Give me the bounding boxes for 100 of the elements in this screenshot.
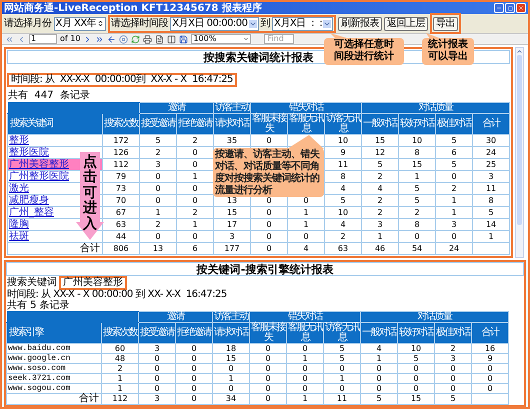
table-cell: 1 bbox=[360, 354, 398, 364]
table-cell: 5 bbox=[398, 354, 435, 364]
first-page-icon[interactable] bbox=[5, 34, 14, 44]
table-cell: 0 bbox=[138, 364, 176, 374]
period-to-field[interactable]: X月X日 : : bbox=[272, 16, 334, 30]
table-cell: 5 bbox=[398, 194, 436, 206]
table-cell: 5 bbox=[436, 158, 473, 170]
table-cell: 0 bbox=[472, 364, 509, 374]
dropdown-icon[interactable] bbox=[248, 20, 257, 28]
record-count: 共有 5 条记录 bbox=[7, 300, 70, 310]
last-page-icon[interactable] bbox=[95, 34, 104, 44]
keyword-link[interactable]: 整形 bbox=[9, 134, 29, 146]
dropdown-icon[interactable] bbox=[323, 20, 332, 28]
table-cell: 35 bbox=[214, 134, 250, 146]
table-cell: 0 bbox=[434, 374, 472, 384]
toolbar-button[interactable]: 返回上层 bbox=[384, 17, 428, 31]
refresh-icon[interactable] bbox=[131, 34, 140, 44]
zoom-select[interactable]: 100% bbox=[191, 34, 252, 44]
table-cell: 44 bbox=[102, 230, 140, 242]
table-cell: 2 bbox=[362, 206, 399, 218]
table-cell: 0 bbox=[176, 364, 212, 374]
table-cell: 1 bbox=[436, 206, 473, 218]
table-cell: 25 bbox=[472, 158, 510, 170]
column-group-header: 邀请 bbox=[138, 312, 212, 322]
table-cell: 0 bbox=[250, 384, 286, 394]
dropdown-icon[interactable] bbox=[243, 36, 250, 42]
table-cell: 10 bbox=[324, 206, 362, 218]
keyword-value: 广州美容整形 bbox=[59, 276, 127, 290]
table-cell: 1 bbox=[286, 354, 324, 364]
table-cell: 0 bbox=[176, 230, 214, 242]
save-icon[interactable] bbox=[179, 34, 188, 44]
table-cell: 6 bbox=[176, 242, 214, 254]
table-cell: 1 bbox=[362, 230, 399, 242]
period-label: 请选择时间段 bbox=[111, 18, 168, 28]
table-cell: 112 bbox=[102, 394, 138, 404]
table-cell: 14 bbox=[472, 218, 510, 230]
column-header: 拒绝邀请 bbox=[176, 114, 214, 134]
table-cell: 5 bbox=[436, 134, 473, 146]
table-cell: 8 bbox=[472, 194, 510, 206]
maximize-button[interactable] bbox=[505, 3, 515, 13]
table-cell: 1 bbox=[212, 374, 250, 384]
table-cell: 1 bbox=[140, 206, 176, 218]
total-label: 合计 bbox=[79, 393, 99, 404]
table-cell: seek.3721.com bbox=[6, 374, 102, 384]
table-cell: 0 bbox=[250, 374, 286, 384]
table-cell: 17 bbox=[214, 218, 250, 230]
column-header: 搜索次数 bbox=[102, 114, 140, 134]
month-label: 请选择月份 bbox=[4, 18, 52, 28]
column-header: 客服无讯息 bbox=[288, 114, 324, 134]
scrollbar[interactable] bbox=[515, 47, 524, 258]
table-cell: 0 bbox=[138, 384, 176, 394]
column-header: 一般对话 bbox=[360, 322, 398, 344]
table-cell: 0 bbox=[140, 170, 176, 182]
total-label: 合计 bbox=[80, 242, 100, 254]
table-cell: 63 bbox=[102, 218, 140, 230]
scroll-up-icon[interactable] bbox=[516, 48, 524, 55]
keyword-link[interactable]: 祛斑 bbox=[9, 230, 29, 242]
column-header: 访客无讯息 bbox=[324, 114, 362, 134]
page-layout-icon[interactable] bbox=[155, 34, 164, 44]
table-cell: 9 bbox=[472, 354, 509, 364]
table-cell: 112 bbox=[102, 158, 140, 170]
toolbar-button[interactable]: 导出 bbox=[433, 17, 458, 31]
table-cell: 8 bbox=[398, 218, 436, 230]
period-from-field[interactable]: X月X日 00:00:00 bbox=[170, 16, 259, 30]
table-cell: 1 bbox=[102, 384, 138, 394]
time-range: 时间段: 从 XX-X-X 00:00:00到 XX-X - X 16:47:25 bbox=[7, 73, 237, 87]
report-title: 按搜索关键词统计报表 bbox=[204, 52, 314, 62]
page-field[interactable]: 1 bbox=[29, 34, 57, 44]
column-header: 较好对话 bbox=[398, 114, 436, 134]
table-cell: 2 bbox=[140, 146, 176, 158]
table-cell: 0 bbox=[250, 218, 288, 230]
toolbar-button[interactable]: 刷新报表 bbox=[338, 17, 382, 31]
table-cell: 177 bbox=[214, 242, 250, 254]
table-cell: www.soso.com bbox=[6, 364, 102, 374]
keyword-link[interactable]: 隆胸 bbox=[9, 218, 29, 230]
table-cell: 79 bbox=[102, 170, 140, 182]
previous-page-icon[interactable] bbox=[17, 34, 26, 44]
stop-icon[interactable] bbox=[119, 34, 128, 44]
table-cell: 4 bbox=[324, 218, 362, 230]
table-cell: 18 bbox=[212, 344, 250, 354]
column-header: 合计 bbox=[472, 114, 510, 134]
table-cell: 5 bbox=[324, 354, 361, 364]
table-cell: 4 bbox=[360, 344, 398, 354]
page-count: of 10 bbox=[60, 35, 80, 43]
table-cell: 0 bbox=[176, 374, 212, 384]
table-cell: 0 bbox=[324, 384, 361, 394]
month-field[interactable]: X月 XX年 bbox=[54, 16, 106, 30]
column-header: 请求对话 bbox=[212, 322, 250, 344]
minimize-button[interactable] bbox=[494, 3, 504, 13]
table-cell: 10 bbox=[398, 134, 436, 146]
table-cell: 0 bbox=[176, 394, 212, 404]
print-icon[interactable] bbox=[143, 34, 152, 44]
column-header: 极佳对话 bbox=[434, 322, 472, 344]
close-button[interactable] bbox=[516, 3, 526, 13]
keyword-link[interactable]: 激光 bbox=[9, 182, 29, 194]
column-header: 搜索次数 bbox=[102, 322, 138, 344]
table-cell: 13 bbox=[140, 242, 176, 254]
page-setup-icon[interactable] bbox=[167, 34, 176, 44]
spinner-icon[interactable] bbox=[97, 20, 104, 27]
back-icon[interactable] bbox=[107, 34, 116, 44]
